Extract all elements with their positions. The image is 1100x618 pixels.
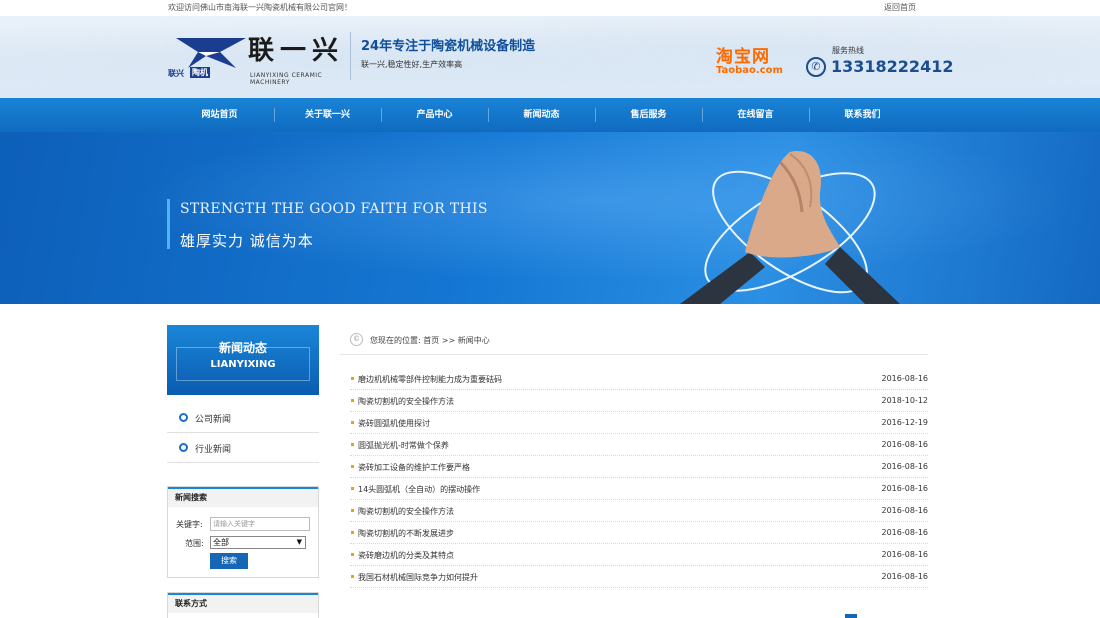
logo-star-icon bbox=[176, 38, 246, 68]
back-home-link[interactable]: 返回首页 bbox=[884, 2, 916, 13]
bullet-icon bbox=[351, 575, 354, 578]
scope-select-value: 全部 bbox=[213, 538, 229, 547]
breadcrumb-text[interactable]: 您现在的位置: 首页 >> 新闻中心 bbox=[370, 335, 490, 346]
scope-label: 范围: bbox=[185, 539, 204, 548]
nav-item-home[interactable]: 网站首页 bbox=[166, 98, 273, 132]
sidebar-header: 新闻动态 LIANYIXING bbox=[167, 325, 319, 395]
bullet-icon bbox=[351, 377, 354, 380]
banner-cn-text: 雄厚实力 诚信为本 bbox=[180, 232, 314, 250]
handshake-illustration bbox=[680, 151, 900, 304]
news-title[interactable]: 瓷砖圆弧机使用探讨 bbox=[358, 418, 430, 429]
hotline-number: 13318222412 bbox=[831, 57, 954, 76]
sidebar-item-label: 公司新闻 bbox=[195, 415, 232, 425]
bullet-icon bbox=[351, 487, 354, 490]
breadcrumb: © 您现在的位置: 首页 >> 新闻中心 bbox=[340, 326, 928, 355]
nav-item-service[interactable]: 售后服务 bbox=[595, 98, 702, 132]
list-item[interactable]: 我国石材机械国际竞争力如何提升 2016-08-16 bbox=[350, 566, 928, 588]
logo-stamp-left: 联兴 bbox=[168, 69, 184, 78]
news-search-box: 新闻搜索 关键字: 请输入关键字 范围: 全部 ▼ 搜索 bbox=[167, 486, 319, 578]
list-item[interactable]: 磨边机机械零部件控制能力成为重要砝码 2016-08-16 bbox=[350, 368, 928, 390]
list-item[interactable]: 陶瓷切割机的安全操作方法 2018-10-12 bbox=[350, 390, 928, 412]
news-title[interactable]: 圆弧抛光机-时常做个保养 bbox=[358, 440, 449, 451]
news-date: 2016-08-16 bbox=[881, 440, 929, 449]
bullet-icon bbox=[351, 421, 354, 424]
welcome-text: 欢迎访问佛山市南海联一兴陶瓷机械有限公司官网！ bbox=[168, 3, 352, 12]
news-title[interactable]: 陶瓷切割机的安全操作方法 bbox=[358, 396, 454, 407]
circle-bullet-icon bbox=[179, 443, 188, 452]
slogan-divider bbox=[350, 32, 351, 80]
taobao-link[interactable]: 淘宝网 Taobao.com bbox=[716, 42, 783, 76]
hotline-label: 服务热线 bbox=[832, 46, 864, 55]
news-title[interactable]: 14头圆弧机（全自动）的摆动操作 bbox=[358, 484, 480, 495]
nav-item-contact[interactable]: 联系我们 bbox=[809, 98, 916, 132]
sidebar-header-subtitle: LIANYIXING bbox=[210, 359, 276, 370]
nav-item-message[interactable]: 在线留言 bbox=[702, 98, 809, 132]
scope-select[interactable]: 全部 ▼ bbox=[210, 536, 306, 549]
nav-item-about[interactable]: 关于联一兴 bbox=[274, 98, 381, 132]
sidebar-menu: 公司新闻 行业新闻 bbox=[167, 403, 319, 463]
list-item[interactable]: 14头圆弧机（全自动）的摆动操作 2016-08-16 bbox=[350, 478, 928, 500]
hero-banner: STRENGTH THE GOOD FAITH FOR THIS 雄厚实力 诚信… bbox=[0, 132, 1100, 304]
top-bar: 欢迎访问佛山市南海联一兴陶瓷机械有限公司官网！ 返回首页 bbox=[0, 0, 1100, 16]
list-item[interactable]: 瓷砖磨边机的分类及其特点 2016-08-16 bbox=[350, 544, 928, 566]
sidebar-header-title: 新闻动态 bbox=[218, 341, 267, 355]
list-item[interactable]: 圆弧抛光机-时常做个保养 2016-08-16 bbox=[350, 434, 928, 456]
contact-box: 联系方式 bbox=[167, 592, 319, 618]
news-list: 磨边机机械零部件控制能力成为重要砝码 2016-08-16 陶瓷切割机的安全操作… bbox=[350, 368, 928, 588]
phone-icon: ✆ bbox=[806, 57, 826, 77]
bullet-icon bbox=[351, 553, 354, 556]
news-date: 2016-08-16 bbox=[881, 506, 929, 515]
keyword-input[interactable]: 请输入关键字 bbox=[210, 517, 310, 531]
nav-item-products[interactable]: 产品中心 bbox=[381, 98, 488, 132]
banner-en-text: STRENGTH THE GOOD FAITH FOR THIS bbox=[180, 201, 488, 217]
circle-bullet-icon bbox=[179, 413, 188, 422]
logo-stamp-right: 陶机 bbox=[190, 67, 210, 78]
location-icon: © bbox=[350, 333, 363, 346]
news-title[interactable]: 陶瓷切割机的不断发展进步 bbox=[358, 528, 454, 539]
news-title[interactable]: 瓷砖磨边机的分类及其特点 bbox=[358, 550, 454, 561]
news-title[interactable]: 瓷砖加工设备的维护工作要严格 bbox=[358, 462, 470, 473]
news-search-title: 新闻搜索 bbox=[168, 487, 318, 507]
logo-brand-cn: 联一兴 bbox=[248, 36, 345, 66]
news-title[interactable]: 陶瓷切割机的安全操作方法 bbox=[358, 506, 454, 517]
news-date: 2016-08-16 bbox=[881, 484, 929, 493]
sidebar-item-company-news[interactable]: 公司新闻 bbox=[167, 403, 319, 433]
list-item[interactable]: 瓷砖圆弧机使用探讨 2016-12-19 bbox=[350, 412, 928, 434]
bullet-icon bbox=[351, 399, 354, 402]
sidebar-item-label: 行业新闻 bbox=[195, 445, 232, 455]
taobao-logo-cn: 淘宝网 bbox=[716, 47, 770, 67]
slogan-subtitle: 联一兴,稳定性好,生产效率高 bbox=[361, 60, 463, 69]
news-date: 2018-10-12 bbox=[881, 396, 929, 405]
sidebar-item-industry-news[interactable]: 行业新闻 bbox=[167, 433, 319, 463]
news-date: 2016-08-16 bbox=[881, 462, 929, 471]
search-button[interactable]: 搜索 bbox=[210, 553, 248, 569]
nav-item-news[interactable]: 新闻动态 bbox=[488, 98, 595, 132]
contact-title: 联系方式 bbox=[168, 593, 318, 613]
list-item[interactable]: 陶瓷切割机的安全操作方法 2016-08-16 bbox=[350, 500, 928, 522]
keyword-label: 关键字: bbox=[176, 520, 203, 529]
news-date: 2016-12-19 bbox=[881, 418, 929, 427]
bullet-icon bbox=[351, 509, 354, 512]
logo-brand-en: LIANYIXING CERAMIC MACHINERY bbox=[250, 72, 323, 86]
list-item[interactable]: 瓷砖加工设备的维护工作要严格 2016-08-16 bbox=[350, 456, 928, 478]
dropdown-arrow-icon: ▼ bbox=[296, 538, 302, 546]
bullet-icon bbox=[351, 465, 354, 468]
news-title[interactable]: 磨边机机械零部件控制能力成为重要砝码 bbox=[358, 374, 502, 385]
site-header: 联一兴 LIANYIXING CERAMIC MACHINERY 联兴 陶机 2… bbox=[0, 16, 1100, 98]
news-date: 2016-08-16 bbox=[881, 550, 929, 559]
bullet-icon bbox=[351, 443, 354, 446]
news-title[interactable]: 我国石材机械国际竞争力如何提升 bbox=[358, 572, 478, 583]
taobao-logo-en: Taobao.com bbox=[716, 65, 783, 76]
news-date: 2016-08-16 bbox=[881, 572, 929, 581]
slogan-title: 24年专注于陶瓷机械设备制造 bbox=[361, 39, 536, 54]
news-date: 2016-08-16 bbox=[881, 374, 929, 383]
bullet-icon bbox=[351, 531, 354, 534]
banner-accent-bar bbox=[167, 199, 170, 249]
news-date: 2016-08-16 bbox=[881, 528, 929, 537]
list-item[interactable]: 陶瓷切割机的不断发展进步 2016-08-16 bbox=[350, 522, 928, 544]
company-logo[interactable]: 联一兴 LIANYIXING CERAMIC MACHINERY 联兴 陶机 bbox=[168, 24, 348, 86]
main-nav: 网站首页 关于联一兴 产品中心 新闻动态 售后服务 在线留言 联系我们 bbox=[0, 98, 1100, 132]
pagination-current[interactable] bbox=[845, 614, 857, 618]
